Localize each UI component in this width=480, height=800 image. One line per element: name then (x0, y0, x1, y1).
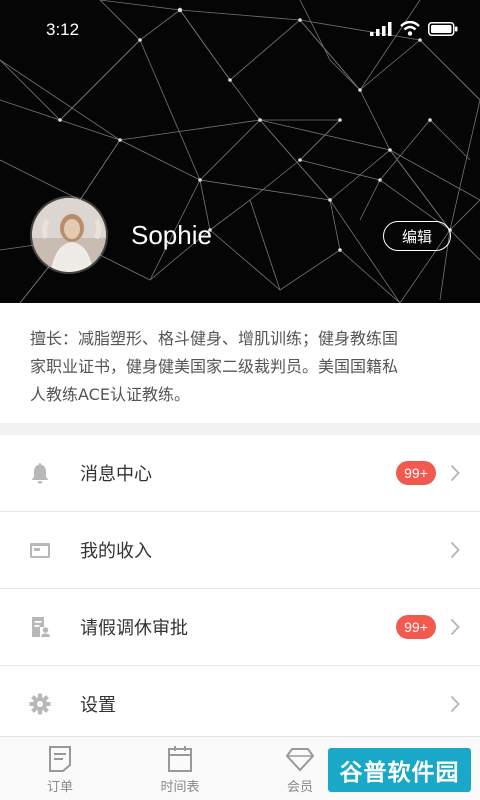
menu-item-income[interactable]: 我的收入 (0, 512, 480, 589)
status-icons (370, 21, 458, 36)
status-bar: 3:12 (0, 0, 480, 60)
tab-schedule[interactable]: 时间表 (140, 745, 220, 795)
menu-item-messages[interactable]: 消息中心 99+ (0, 435, 480, 512)
status-time: 3:12 (46, 20, 80, 39)
tab-orders[interactable]: 订单 (20, 745, 100, 795)
avatar[interactable] (30, 196, 108, 274)
unread-badge: 99+ (396, 461, 436, 485)
document-user-icon (32, 617, 50, 637)
chevron-right-icon (450, 541, 460, 559)
tab-label: 订单 (46, 780, 73, 795)
menu-item-label: 我的收入 (80, 541, 152, 562)
menu-item-label: 请假调休审批 (80, 618, 188, 639)
diamond-icon (286, 748, 314, 772)
signal-icon (370, 21, 392, 36)
bio-section: 擅长：减脂塑形、格斗健身、增肌训练；健身教练国 家职业证书，健身健美国家二级裁判… (0, 303, 480, 423)
order-icon (49, 746, 71, 772)
menu-list: 消息中心 99+ 我的收入 请假调休审批 99+ 设置 (0, 435, 480, 743)
chevron-right-icon (450, 695, 460, 713)
wifi-icon (400, 21, 420, 36)
profile-header: 3:12 Sophie 编辑 (0, 0, 480, 303)
chevron-right-icon (450, 618, 460, 636)
battery-icon (428, 21, 458, 36)
edit-profile-button[interactable]: 编辑 (383, 221, 451, 251)
tab-label: 会员 (286, 780, 313, 795)
unread-badge: 99+ (396, 615, 436, 639)
profile-name: Sophie (131, 220, 212, 250)
bio-line: 擅长：减脂塑形、格斗健身、增肌训练；健身教练国 (30, 329, 399, 348)
gear-icon (29, 693, 51, 715)
bio-line: 家职业证书，健身健美国家二级裁判员。美国国籍私 (30, 357, 399, 376)
bell-icon (31, 463, 49, 484)
calendar-icon (168, 746, 192, 772)
tab-label: 时间表 (160, 780, 200, 795)
bio-line: 人教练ACE认证教练。 (30, 385, 190, 404)
menu-item-label: 消息中心 (80, 464, 152, 485)
watermark-logo: 谷普软件园 (328, 748, 471, 792)
menu-item-settings[interactable]: 设置 (0, 666, 480, 743)
chevron-right-icon (450, 464, 460, 482)
menu-item-label: 设置 (80, 695, 116, 716)
menu-item-leave-approval[interactable]: 请假调休审批 99+ (0, 589, 480, 666)
wallet-icon (30, 543, 50, 558)
